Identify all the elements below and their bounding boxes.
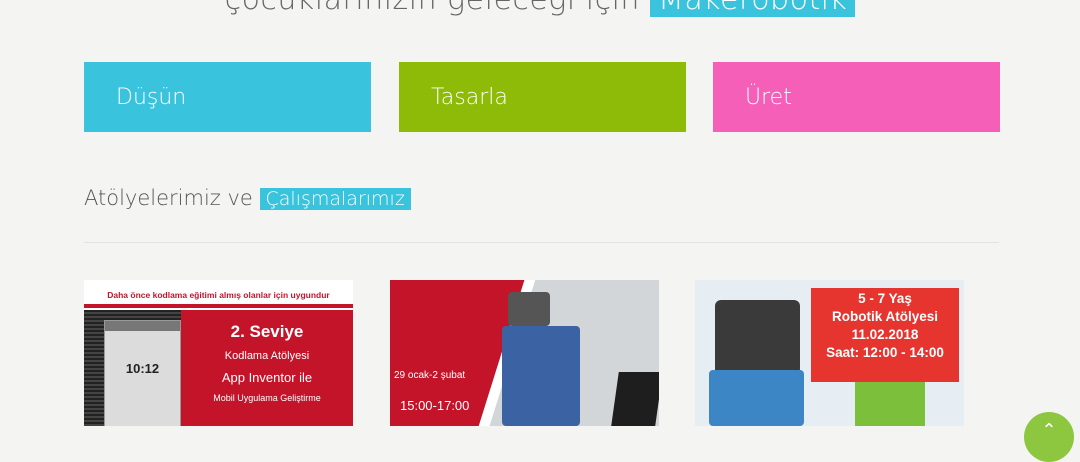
hero-title: çocuklarınızın geleceği için Makerobotik — [0, 0, 1080, 17]
robot-body-image — [502, 326, 580, 426]
card-age: 5 - 7 Yaş — [858, 291, 912, 306]
tile-dusun[interactable]: Düşün — [84, 62, 371, 132]
tile-label: Düşün — [116, 84, 187, 110]
workshop-card-robotik[interactable]: 5 - 7 Yaş Robotik Atölyesi 11.02.2018 Sa… — [695, 280, 964, 426]
card-time: Saat: 12:00 - 14:00 — [826, 345, 944, 360]
chevron-up-icon: ⌃ — [1041, 420, 1057, 440]
phone-status-bar — [105, 321, 180, 331]
section-text: Atölyelerimiz ve — [84, 186, 253, 210]
card-time: 15:00-17:00 — [400, 398, 470, 413]
card-tool: App Inventor ile — [221, 370, 313, 385]
workshop-card-app-inventor[interactable]: Daha önce kodlama eğitimi almış olanlar … — [84, 280, 353, 426]
tile-tasarla[interactable]: Tasarla — [399, 62, 686, 132]
robot-head-image — [715, 300, 800, 375]
card-red-line — [84, 304, 353, 308]
section-title: Atölyelerimiz ve Çalışmalarımız — [84, 186, 411, 210]
card-title: Robotik Atölyesi — [831, 309, 938, 324]
robot-head-image — [508, 292, 550, 326]
card-red-panel: 2. Seviye Kodlama Atölyesi App Inventor … — [181, 310, 353, 426]
tile-uret[interactable]: Üret — [713, 62, 1000, 132]
phone-image: 10:12 — [104, 320, 181, 426]
card-level: 2. Seviye — [230, 322, 304, 341]
tile-label: Üret — [745, 84, 792, 110]
card-topic: Mobil Uygulama Geliştirme — [213, 393, 321, 403]
card-top-note: Daha önce kodlama eğitimi almış olanlar … — [107, 290, 330, 300]
tile-label: Tasarla — [431, 84, 508, 110]
workshop-card-robot[interactable]: 29 ocak-2 şubat 15:00-17:00 — [390, 280, 659, 426]
scroll-top-button[interactable]: ⌃ — [1024, 412, 1074, 462]
hero-text: çocuklarınızın geleceği için — [225, 0, 640, 17]
card-date: 11.02.2018 — [851, 327, 919, 342]
phone-clock: 10:12 — [125, 361, 160, 376]
tablet-image — [611, 372, 659, 426]
card-info-box: 5 - 7 Yaş Robotik Atölyesi 11.02.2018 Sa… — [811, 288, 959, 382]
robot-body-image — [709, 370, 804, 426]
card-date: 29 ocak-2 şubat — [394, 370, 466, 381]
green-block-image — [855, 380, 925, 426]
hero-highlight: Makerobotik — [649, 0, 856, 17]
divider — [84, 242, 999, 243]
section-highlight: Çalışmalarımız — [259, 188, 411, 210]
card-subtitle: Kodlama Atölyesi — [224, 350, 310, 362]
